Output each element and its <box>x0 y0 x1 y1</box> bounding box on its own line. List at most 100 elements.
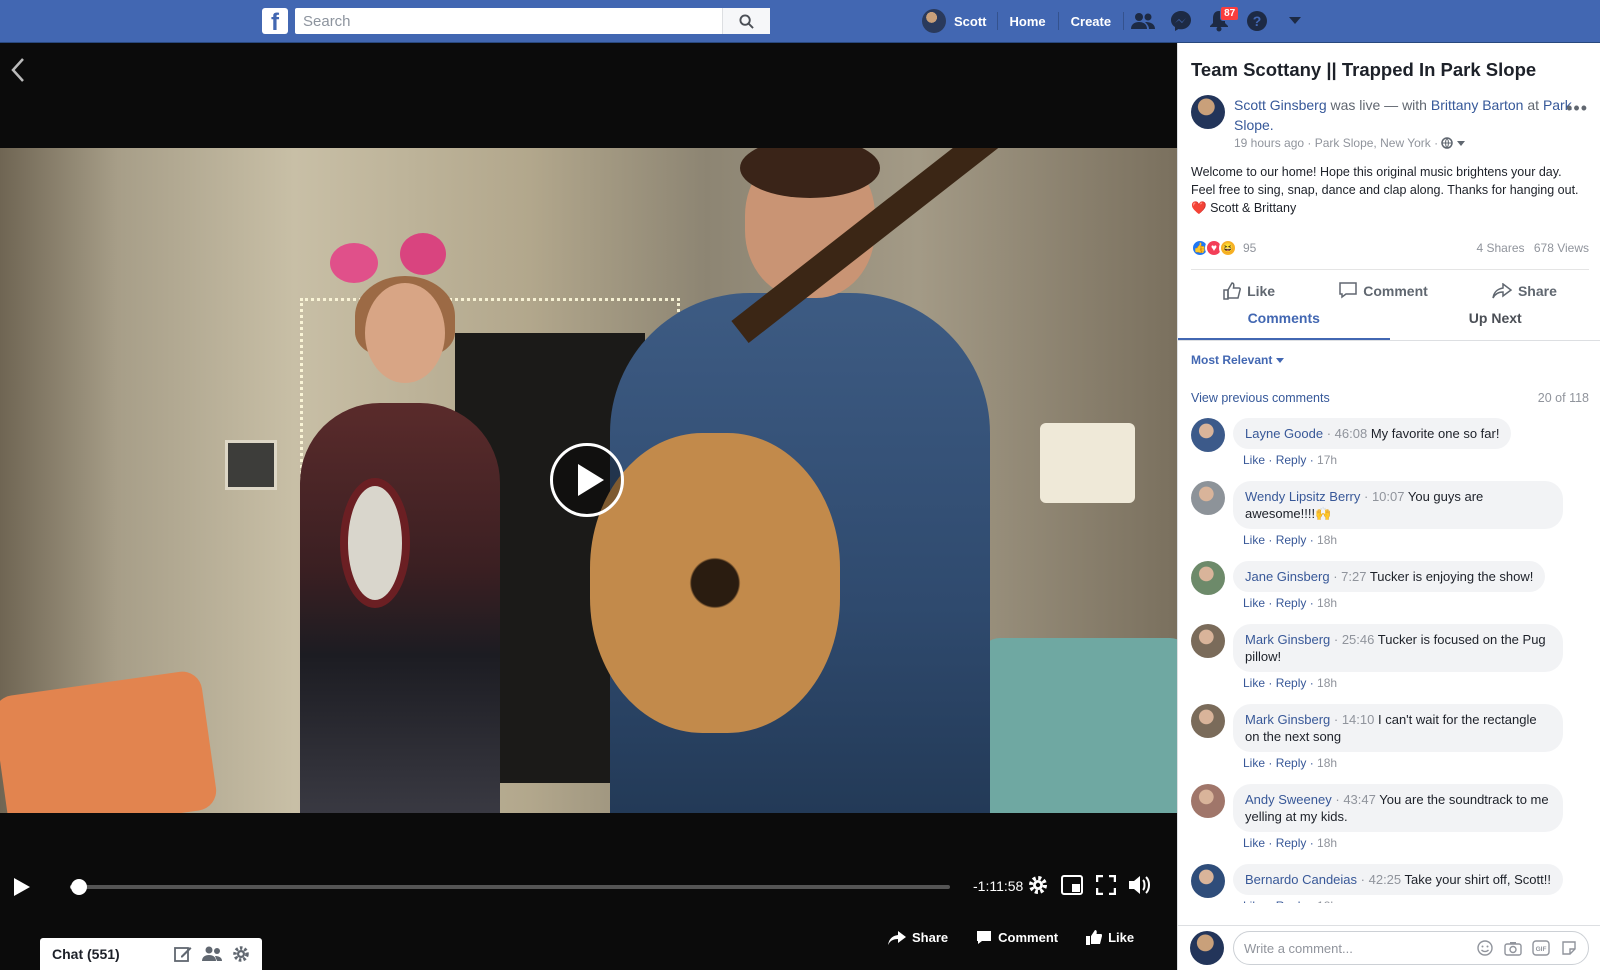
progress-bar[interactable] <box>70 879 950 895</box>
comment-video-timestamp[interactable]: · 43:47 <box>1335 792 1376 807</box>
video-scene-pug-pillow <box>980 638 1177 813</box>
comment-video-timestamp[interactable]: · 10:07 <box>1364 489 1405 504</box>
comment-video-timestamp[interactable]: · 46:08 <box>1327 426 1368 441</box>
video-share-button[interactable]: Share <box>888 930 948 945</box>
comment-age[interactable]: 17h <box>1317 453 1337 467</box>
comment-age[interactable]: 18h <box>1317 533 1337 547</box>
comment-like-link[interactable]: Like <box>1243 899 1265 903</box>
more-options-button[interactable]: ••• <box>1566 98 1588 119</box>
comment-like-link[interactable]: Like <box>1243 836 1265 850</box>
comment-input[interactable] <box>1244 940 1476 956</box>
compose-icon[interactable] <box>174 945 192 963</box>
comment-like-link[interactable]: Like <box>1243 676 1265 690</box>
video-comment-button[interactable]: Comment <box>976 930 1058 945</box>
tagged-person-link[interactable]: Brittany Barton <box>1431 97 1524 113</box>
video-like-button[interactable]: Like <box>1086 930 1134 945</box>
gear-icon[interactable] <box>232 945 250 963</box>
commenter-name[interactable]: Andy Sweeney <box>1245 792 1332 807</box>
notifications-button[interactable]: 87 <box>1200 0 1240 42</box>
comment-like-link[interactable]: Like <box>1243 453 1265 467</box>
photo-button[interactable] <box>1504 939 1522 957</box>
search-button[interactable] <box>722 8 770 34</box>
haha-reaction-icon[interactable]: 😆 <box>1219 239 1237 257</box>
reaction-count[interactable]: 95 <box>1243 241 1470 255</box>
avatar[interactable] <box>1191 418 1225 452</box>
account-menu-button[interactable] <box>1276 0 1314 42</box>
commenter-name[interactable]: Layne Goode <box>1245 426 1323 441</box>
comment-button[interactable]: Comment <box>1339 282 1428 299</box>
author-link[interactable]: Scott Ginsberg <box>1234 97 1327 113</box>
post-time[interactable]: 19 hours ago <box>1234 136 1304 150</box>
comment-age[interactable]: 18h <box>1317 756 1337 770</box>
profile-link[interactable]: Scott <box>922 9 997 33</box>
commenter-name[interactable]: Wendy Lipsitz Berry <box>1245 489 1360 504</box>
commenter-name[interactable]: Jane Ginsberg <box>1245 569 1330 584</box>
share-button[interactable]: Share <box>1492 282 1557 299</box>
picture-in-picture-button[interactable] <box>1060 873 1084 897</box>
globe-icon[interactable] <box>1441 137 1454 149</box>
back-button[interactable] <box>10 57 26 88</box>
group-icon[interactable] <box>202 945 222 963</box>
avatar[interactable] <box>1191 561 1225 595</box>
commenter-name[interactable]: Mark Ginsberg <box>1245 632 1330 647</box>
shares-count[interactable]: 4 Shares <box>1476 241 1524 255</box>
comment-reply-link[interactable]: Reply <box>1276 533 1307 547</box>
like-button[interactable]: Like <box>1223 281 1275 300</box>
play-button[interactable] <box>14 878 30 896</box>
tab-up-next[interactable]: Up Next <box>1390 303 1600 340</box>
commenter-name[interactable]: Mark Ginsberg <box>1245 712 1330 727</box>
friend-requests-button[interactable] <box>1124 0 1162 42</box>
comment-age[interactable]: 18h <box>1317 899 1337 903</box>
comment-age[interactable]: 18h <box>1317 836 1337 850</box>
create-link[interactable]: Create <box>1059 14 1123 29</box>
facebook-logo-icon[interactable]: f <box>262 8 288 34</box>
comment-video-timestamp[interactable]: · 7:27 <box>1333 569 1366 584</box>
caret-down-icon[interactable] <box>1456 141 1465 147</box>
messenger-button[interactable] <box>1162 0 1200 42</box>
comment-reply-link[interactable]: Reply <box>1276 836 1307 850</box>
comment-reply-link[interactable]: Reply <box>1276 756 1307 770</box>
avatar[interactable] <box>1191 864 1225 898</box>
home-link[interactable]: Home <box>998 14 1058 29</box>
avatar[interactable] <box>1191 784 1225 818</box>
comment-reply-link[interactable]: Reply <box>1276 453 1307 467</box>
avatar[interactable] <box>1191 95 1225 129</box>
chat-tab[interactable]: Chat (551) <box>40 938 262 970</box>
view-previous-comments-link[interactable]: View previous comments <box>1191 391 1538 405</box>
avatar[interactable] <box>1191 624 1225 658</box>
play-button-large[interactable] <box>550 443 624 517</box>
video-scene-tambourine <box>340 478 410 608</box>
comment-reply-link[interactable]: Reply <box>1276 676 1307 690</box>
sort-dropdown[interactable]: Most Relevant <box>1191 353 1284 367</box>
progress-scrubber[interactable] <box>70 879 87 895</box>
volume-button[interactable] <box>1128 873 1152 897</box>
thumbs-up-icon <box>1223 281 1242 300</box>
comment-reply-link[interactable]: Reply <box>1276 899 1307 903</box>
settings-button[interactable] <box>1026 873 1050 897</box>
comment-body: Layne Goode · 46:08 My favorite one so f… <box>1233 418 1512 467</box>
comment-video-timestamp[interactable]: · 25:46 <box>1334 632 1375 647</box>
comment-video-timestamp[interactable]: · 14:10 <box>1334 712 1375 727</box>
search-input[interactable] <box>295 8 722 34</box>
post-location[interactable]: Park Slope, New York <box>1315 136 1431 150</box>
tab-comments[interactable]: Comments <box>1178 303 1390 340</box>
avatar[interactable] <box>1191 481 1225 515</box>
video-scene-orange-pillow <box>0 669 219 813</box>
gif-button[interactable]: GIF <box>1532 939 1550 957</box>
comment-age[interactable]: 18h <box>1317 676 1337 690</box>
fullscreen-button[interactable] <box>1094 873 1118 897</box>
emoji-button[interactable] <box>1476 939 1494 957</box>
comment-actions: Like · Reply · 18h <box>1243 533 1338 547</box>
comment-like-link[interactable]: Like <box>1243 756 1265 770</box>
comment-like-link[interactable]: Like <box>1243 533 1265 547</box>
comment-reply-link[interactable]: Reply <box>1276 596 1307 610</box>
sticker-button[interactable] <box>1560 939 1578 957</box>
comment-video-timestamp[interactable]: · 42:25 <box>1361 872 1402 887</box>
comment-like-link[interactable]: Like <box>1243 596 1265 610</box>
commenter-name[interactable]: Bernardo Candeias <box>1245 872 1357 887</box>
help-button[interactable]: ? <box>1238 0 1276 42</box>
avatar[interactable] <box>1191 704 1225 738</box>
post-sidebar: Team Scottany || Trapped In Park Slope S… <box>1177 43 1600 970</box>
sticker-icon <box>1562 941 1576 955</box>
comment-age[interactable]: 18h <box>1317 596 1337 610</box>
